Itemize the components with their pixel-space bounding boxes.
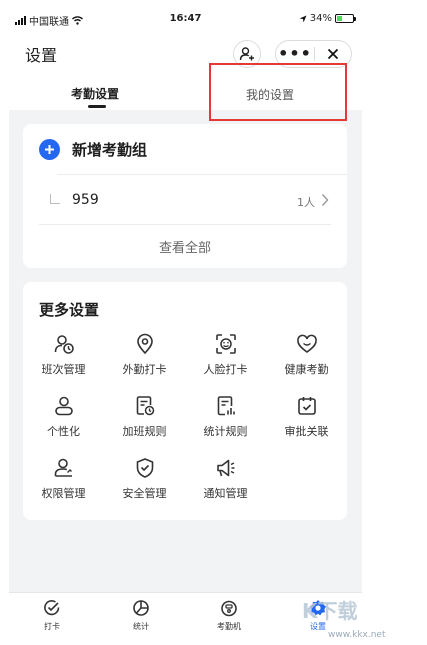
face-scan-icon [215,334,236,354]
divider [57,174,347,175]
location-pin-icon [136,333,153,355]
grid-item-label: 安全管理 [122,487,167,500]
grid-item-label: 人脸打卡 [203,363,248,376]
grid-item-notification-management[interactable]: 通知管理 [185,457,266,509]
tabbar-item-attendance-machine[interactable]: 考勤机 [204,599,254,632]
close-button[interactable] [315,48,351,60]
tabbar-label: 统计 [133,622,149,631]
device-icon [221,600,237,617]
tabbar-label: 打卡 [44,622,60,631]
pie-chart-icon [133,600,149,616]
megaphone-icon [216,459,234,477]
stats-doc-icon [217,396,235,416]
divider [39,224,331,225]
more-button[interactable]: ••• [276,44,314,64]
grid-item-label: 加班规则 [122,425,167,438]
battery-icon [335,14,356,23]
highlight-annotation [209,63,347,121]
phone-screen: 中国联通 16:47 34% 设置 ••• 考勤设置 我的设置 新增考勤组 95… [9,8,362,642]
more-settings-card: 更多设置 班次管理 外勤打卡 人脸打卡 健康考勤 个性化 加班规则 统计规则 审… [23,282,347,520]
tabbar-label: 考勤机 [217,622,241,631]
tabbar-item-check-in[interactable]: 打卡 [27,599,77,632]
close-icon [327,48,339,60]
grid-item-security-management[interactable]: 安全管理 [104,457,185,509]
chevron-right-icon [321,194,329,206]
shift-icon [54,335,74,354]
grid-item-label: 统计规则 [203,425,248,438]
overtime-doc-icon [136,396,154,416]
plus-icon [39,139,60,160]
status-right: 34% [299,13,356,24]
add-attendance-group-button[interactable]: 新增考勤组 [39,139,147,160]
status-bar: 中国联通 16:47 34% [9,8,362,30]
battery-percent: 34% [309,13,332,24]
view-all-link[interactable]: 查看全部 [23,237,347,256]
grid-item-label: 审批关联 [284,425,329,438]
check-circle-icon [44,600,60,616]
attendance-group-row[interactable]: 959 1人 [23,184,347,220]
watermark-logo: K下载 [302,599,358,623]
grid-item-label: 通知管理 [203,487,248,500]
location-arrow-icon [299,15,307,22]
watermark-url: www.kkx.net [328,630,386,640]
page-title: 设置 [25,46,58,65]
heart-icon [296,334,317,353]
grid-item-label: 健康考勤 [284,363,329,376]
shield-check-icon [136,458,153,478]
grid-item-label: 班次管理 [41,363,86,376]
add-user-icon [239,47,254,61]
grid-item-personalization[interactable]: 个性化 [23,395,104,447]
more-settings-title: 更多设置 [39,301,100,319]
add-attendance-group-label: 新增考勤组 [72,141,148,159]
user-icon [54,396,73,416]
grid-item-approval-link[interactable]: 审批关联 [266,395,347,447]
grid-item-label: 个性化 [47,425,80,438]
tree-branch-icon [50,194,60,204]
grid-item-overtime-rules[interactable]: 加班规则 [104,395,185,447]
active-tab-indicator [88,105,106,108]
attendance-group-name: 959 [72,192,99,208]
grid-item-permission-management[interactable]: 权限管理 [23,457,104,509]
tab-attendance-settings[interactable]: 考勤设置 [71,85,119,102]
user-key-icon [54,458,72,477]
attendance-group-card: 新增考勤组 959 1人 查看全部 [23,124,347,268]
tabbar-item-statistics[interactable]: 统计 [116,599,166,632]
grid-item-statistics-rules[interactable]: 统计规则 [185,395,266,447]
calendar-check-icon [297,397,316,415]
attendance-group-count: 1人 [297,196,315,209]
grid-item-health-attendance[interactable]: 健康考勤 [266,333,347,385]
grid-item-field-check-in[interactable]: 外勤打卡 [104,333,185,385]
grid-item-shift-management[interactable]: 班次管理 [23,333,104,385]
grid-item-label: 外勤打卡 [122,363,167,376]
grid-item-face-check-in[interactable]: 人脸打卡 [185,333,266,385]
grid-item-label: 权限管理 [41,487,86,500]
